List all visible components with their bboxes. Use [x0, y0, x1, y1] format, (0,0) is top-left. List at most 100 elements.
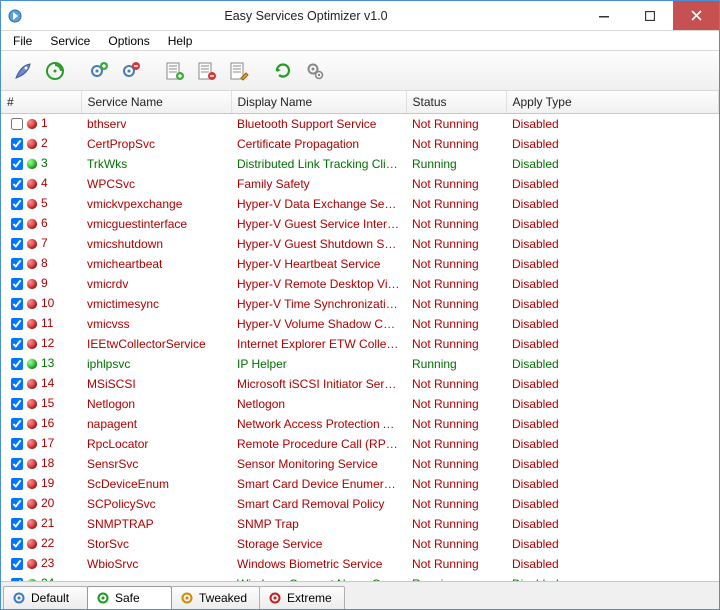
- toolbar-refresh[interactable]: [269, 57, 297, 85]
- maximize-button[interactable]: [627, 1, 673, 30]
- service-table-wrap[interactable]: # Service Name Display Name Status Apply…: [1, 91, 719, 581]
- table-row[interactable]: 2CertPropSvcCertificate PropagationNot R…: [1, 134, 719, 154]
- table-row[interactable]: 6vmicguestinterfaceHyper-V Guest Service…: [1, 214, 719, 234]
- row-checkbox[interactable]: [11, 138, 23, 150]
- toolbar-list-edit[interactable]: [225, 57, 253, 85]
- table-row[interactable]: 16napagentNetwork Access Protection Agen…: [1, 414, 719, 434]
- status-dot-icon: [27, 439, 37, 449]
- row-checkbox[interactable]: [11, 118, 23, 130]
- row-checkbox[interactable]: [11, 338, 23, 350]
- tab-label: Extreme: [287, 591, 332, 605]
- tab-default[interactable]: Default: [3, 586, 88, 609]
- row-checkbox[interactable]: [11, 298, 23, 310]
- row-checkbox[interactable]: [11, 358, 23, 370]
- status-text: Not Running: [406, 314, 506, 334]
- table-row[interactable]: 12IEEtwCollectorServiceInternet Explorer…: [1, 334, 719, 354]
- row-checkbox[interactable]: [11, 198, 23, 210]
- display-name: Smart Card Device Enumeratio…: [231, 474, 406, 494]
- table-row[interactable]: 20SCPolicySvcSmart Card Removal PolicyNo…: [1, 494, 719, 514]
- row-number: 19: [41, 476, 54, 490]
- row-checkbox[interactable]: [11, 278, 23, 290]
- table-row[interactable]: 18SensrSvcSensor Monitoring ServiceNot R…: [1, 454, 719, 474]
- display-name: Windows Biometric Service: [231, 554, 406, 574]
- table-row[interactable]: 15NetlogonNetlogonNot RunningDisabled: [1, 394, 719, 414]
- status-dot-icon: [27, 199, 37, 209]
- col-header-status[interactable]: Status: [406, 91, 506, 114]
- apply-type: Disabled: [506, 474, 719, 494]
- table-row[interactable]: 10vmictimesyncHyper-V Time Synchronizati…: [1, 294, 719, 314]
- table-row[interactable]: 17RpcLocatorRemote Procedure Call (RPC) …: [1, 434, 719, 454]
- toolbar-rocket[interactable]: [9, 57, 37, 85]
- menu-help[interactable]: Help: [160, 32, 201, 50]
- apply-type: Disabled: [506, 434, 719, 454]
- row-checkbox[interactable]: [11, 498, 23, 510]
- table-row[interactable]: 7vmicshutdownHyper-V Guest Shutdown Serv…: [1, 234, 719, 254]
- row-checkbox[interactable]: [11, 578, 23, 581]
- col-header-service[interactable]: Service Name: [81, 91, 231, 114]
- row-checkbox[interactable]: [11, 258, 23, 270]
- app-icon: [7, 8, 23, 24]
- row-checkbox[interactable]: [11, 458, 23, 470]
- tab-tweaked[interactable]: Tweaked: [171, 586, 260, 609]
- table-row[interactable]: 3TrkWksDistributed Link Tracking ClientR…: [1, 154, 719, 174]
- toolbar-list-remove[interactable]: [193, 57, 221, 85]
- table-row[interactable]: 11vmicvssHyper-V Volume Shadow Copy …Not…: [1, 314, 719, 334]
- table-row[interactable]: 13iphlpsvcIP HelperRunningDisabled: [1, 354, 719, 374]
- tab-extreme[interactable]: Extreme: [259, 586, 345, 609]
- row-checkbox[interactable]: [11, 438, 23, 450]
- app-window: Easy Services Optimizer v1.0 File Servic…: [0, 0, 720, 610]
- menu-service[interactable]: Service: [42, 32, 98, 50]
- row-number: 13: [41, 356, 54, 370]
- table-row[interactable]: 4WPCSvcFamily SafetyNot RunningDisabled: [1, 174, 719, 194]
- apply-type: Disabled: [506, 174, 719, 194]
- toolbar-gear-remove[interactable]: [117, 57, 145, 85]
- row-checkbox[interactable]: [11, 178, 23, 190]
- table-row[interactable]: 9vmicrdvHyper-V Remote Desktop Virtu…Not…: [1, 274, 719, 294]
- row-checkbox[interactable]: [11, 478, 23, 490]
- toolbar-settings[interactable]: [301, 57, 329, 85]
- col-header-display[interactable]: Display Name: [231, 91, 406, 114]
- table-row[interactable]: 24wcncsvcWindows Connect Now - Config…Ru…: [1, 574, 719, 581]
- row-checkbox[interactable]: [11, 318, 23, 330]
- row-checkbox[interactable]: [11, 378, 23, 390]
- menu-file[interactable]: File: [5, 32, 40, 50]
- close-button[interactable]: [673, 1, 719, 30]
- apply-type: Disabled: [506, 574, 719, 581]
- col-header-apply[interactable]: Apply Type: [506, 91, 719, 114]
- table-row[interactable]: 19ScDeviceEnumSmart Card Device Enumerat…: [1, 474, 719, 494]
- toolbar-list-add[interactable]: [161, 57, 189, 85]
- status-text: Not Running: [406, 214, 506, 234]
- row-checkbox[interactable]: [11, 558, 23, 570]
- display-name: IP Helper: [231, 354, 406, 374]
- table-row[interactable]: 14MSiSCSIMicrosoft iSCSI Initiator Servi…: [1, 374, 719, 394]
- status-dot-icon: [27, 139, 37, 149]
- row-number: 3: [41, 156, 48, 170]
- status-text: Not Running: [406, 194, 506, 214]
- row-number: 6: [41, 216, 48, 230]
- toolbar-gear-plus[interactable]: [85, 57, 113, 85]
- status-text: Not Running: [406, 234, 506, 254]
- table-row[interactable]: 5vmickvpexchangeHyper-V Data Exchange Se…: [1, 194, 719, 214]
- col-header-number[interactable]: #: [1, 91, 81, 114]
- status-dot-icon: [27, 179, 37, 189]
- display-name: Network Access Protection Agent: [231, 414, 406, 434]
- row-checkbox[interactable]: [11, 238, 23, 250]
- service-name: Netlogon: [81, 394, 231, 414]
- tab-safe[interactable]: Safe: [87, 586, 172, 609]
- row-checkbox[interactable]: [11, 538, 23, 550]
- table-row[interactable]: 22StorSvcStorage ServiceNot RunningDisab…: [1, 534, 719, 554]
- toolbar-scan[interactable]: [41, 57, 69, 85]
- minimize-button[interactable]: [581, 1, 627, 30]
- row-checkbox[interactable]: [11, 418, 23, 430]
- table-row[interactable]: 1bthservBluetooth Support ServiceNot Run…: [1, 114, 719, 135]
- status-text: Not Running: [406, 414, 506, 434]
- menu-options[interactable]: Options: [100, 32, 157, 50]
- table-row[interactable]: 8vmicheartbeatHyper-V Heartbeat ServiceN…: [1, 254, 719, 274]
- row-checkbox[interactable]: [11, 398, 23, 410]
- row-checkbox[interactable]: [11, 158, 23, 170]
- service-name: SNMPTRAP: [81, 514, 231, 534]
- row-checkbox[interactable]: [11, 218, 23, 230]
- table-row[interactable]: 23WbioSrvcWindows Biometric ServiceNot R…: [1, 554, 719, 574]
- row-checkbox[interactable]: [11, 518, 23, 530]
- table-row[interactable]: 21SNMPTRAPSNMP TrapNot RunningDisabled: [1, 514, 719, 534]
